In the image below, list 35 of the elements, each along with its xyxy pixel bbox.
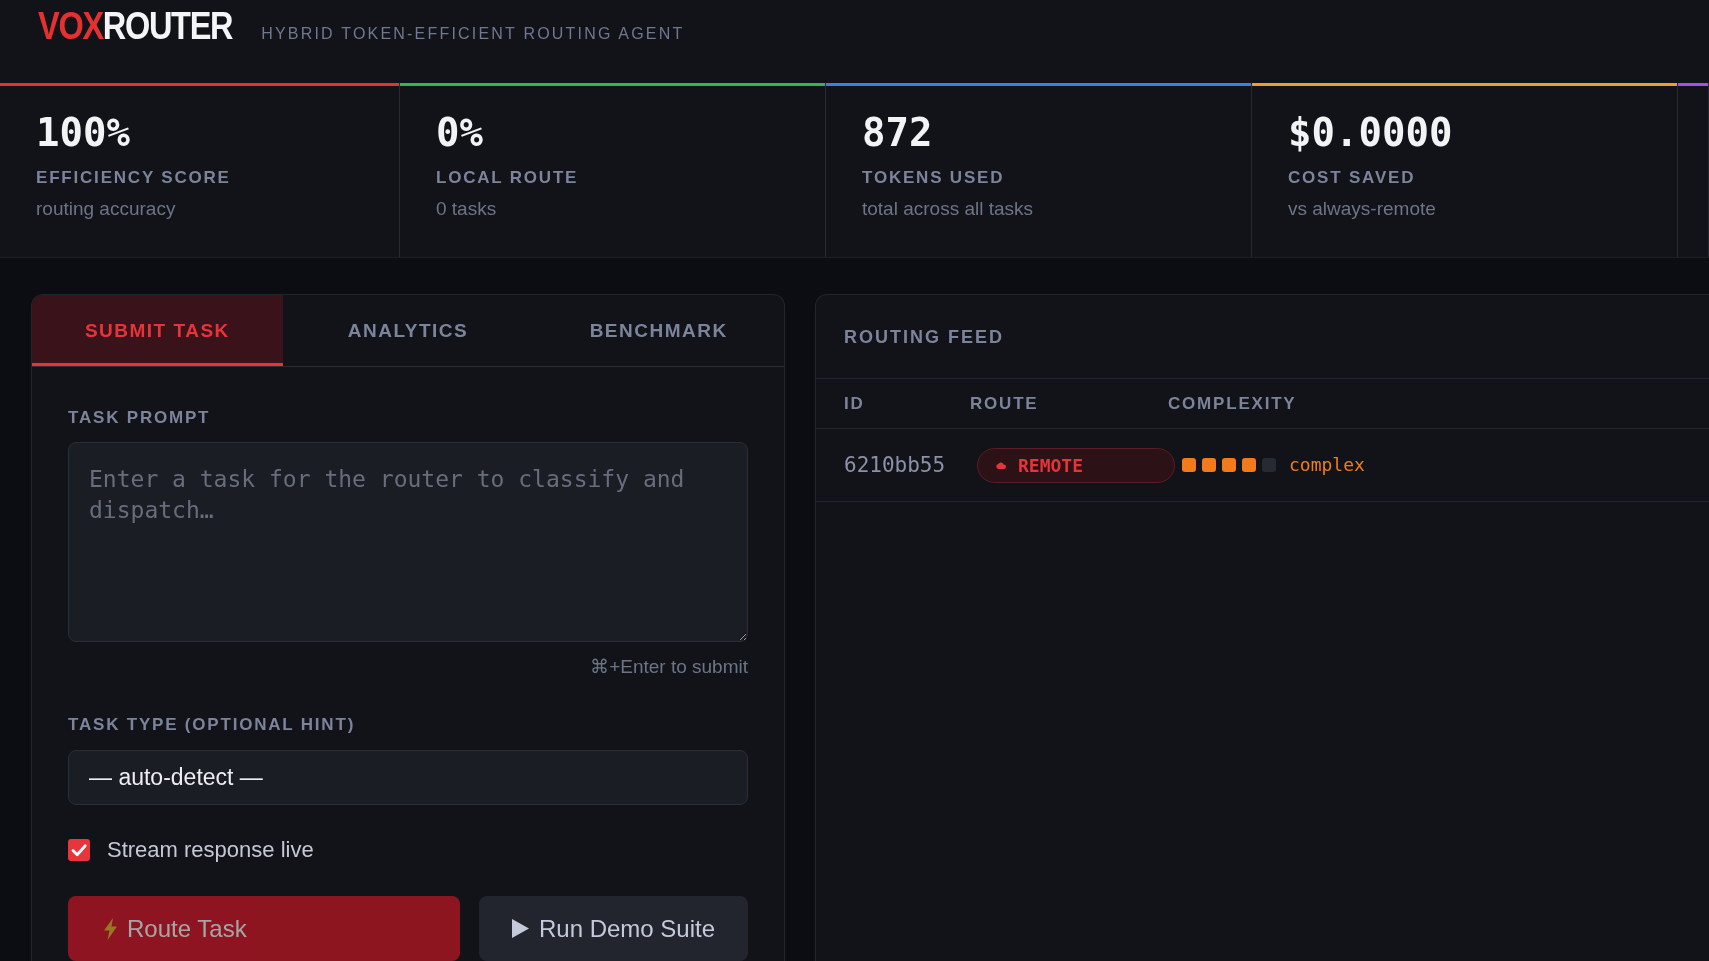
checkbox-label: Stream response live xyxy=(107,838,314,862)
stat-caption: vs always-remote xyxy=(1288,197,1436,221)
stat-label: TOKENS USED xyxy=(862,167,1005,189)
tab[interactable]: ANALYTICS xyxy=(282,295,534,366)
stat-caption: routing accuracy xyxy=(36,197,176,221)
stat-value: $0.0000 xyxy=(1288,110,1453,156)
tab[interactable]: BENCHMARK xyxy=(533,295,784,366)
checkbox[interactable] xyxy=(68,839,90,861)
shortcut-hint: ⌘+Enter to submit xyxy=(590,656,748,678)
stat-caption: total across all tasks xyxy=(862,197,1034,221)
cloud-icon xyxy=(996,461,1006,469)
stat-label: COST SAVED xyxy=(1288,167,1416,189)
tagline: HYBRID TOKEN-EFFICIENT ROUTING AGENT xyxy=(261,24,685,44)
panel-title: ROUTING FEED xyxy=(844,325,1004,348)
lightning-icon xyxy=(104,917,117,940)
play-icon xyxy=(511,919,529,938)
task-type-select[interactable]: — auto-detect — xyxy=(68,750,748,805)
stat-label: LOCAL ROUTE xyxy=(436,167,579,189)
logo: VOXROUTER xyxy=(38,4,233,48)
column-header: ROUTE xyxy=(970,393,1040,414)
stat-label: EFFICIENCY SCORE xyxy=(36,167,231,189)
stat-caption: 0 tasks xyxy=(436,197,497,221)
stat-value: 100% xyxy=(36,110,130,156)
tab[interactable]: SUBMIT TASK xyxy=(32,295,283,366)
field-label: TASK PROMPT xyxy=(68,408,212,428)
prompt-field[interactable]: Enter a task for the router to classify and dispatch… xyxy=(68,442,748,642)
column-header: COMPLEXITY xyxy=(1168,393,1297,414)
table-cell-text: 6210bb55 xyxy=(844,453,947,477)
route-badge: REMOTE xyxy=(977,447,1175,483)
complexity-label: complex xyxy=(1289,454,1365,476)
stat-value: 0% xyxy=(436,110,483,156)
run-demo-button[interactable]: Run Demo Suite xyxy=(479,896,748,961)
stat-value: 872 xyxy=(862,110,933,156)
field-label: TASK TYPE (OPTIONAL HINT) xyxy=(68,715,357,735)
column-header: ID xyxy=(844,393,866,414)
